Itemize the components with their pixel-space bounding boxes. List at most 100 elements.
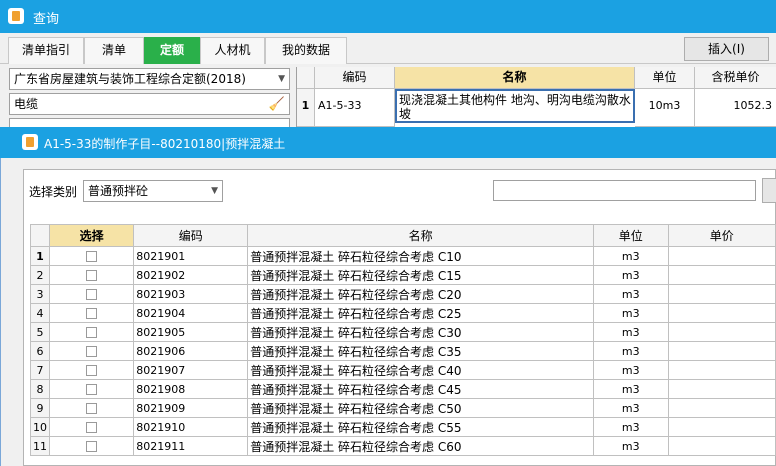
select-checkbox[interactable] [86,270,98,281]
select-cell[interactable] [48,265,135,285]
name-cell: 普通预拌混凝土 碎石粒径综合考虑 C45 [247,379,595,399]
table-row[interactable]: 5 8021905 普通预拌混凝土 碎石粒径综合考虑 C30 m3 [30,322,776,342]
tab-my-data[interactable]: 我的数据 [265,37,347,64]
unit-cell: m3 [593,379,669,399]
broom-icon[interactable]: 🧹 [269,95,285,115]
quota-library-value: 广东省房屋建筑与装饰工程综合定额(2018) [14,72,246,86]
name-cell: 普通预拌混凝土 碎石粒径综合考虑 C55 [247,417,595,437]
select-cell[interactable] [48,303,135,323]
code-column-header[interactable]: 编码 [133,224,249,247]
select-cell[interactable] [48,417,135,437]
quota-library-select[interactable]: 广东省房屋建筑与装饰工程综合定额(2018) ▼ [9,68,290,90]
insert-button[interactable]: 插入(I) [684,37,769,61]
select-checkbox[interactable] [86,251,98,262]
select-checkbox[interactable] [86,289,98,300]
tab-quota[interactable]: 定额 [144,37,200,64]
select-checkbox[interactable] [86,308,98,319]
category-label: 选择类别 [29,185,78,199]
name-cell: 普通预拌混凝土 碎石粒径综合考虑 C20 [247,284,595,304]
select-checkbox[interactable] [86,384,98,395]
code-cell: 8021903 [133,284,249,304]
tab-bar: 清单指引 清单 定额 人材机 我的数据 [0,33,776,64]
result-grid: 编码 名称 单位 含税单价 1 A1-5-33 现浇混凝土其他构件 地沟、明沟电… [296,67,776,127]
name-column-header[interactable]: 名称 [247,224,595,247]
code-cell: 8021908 [133,379,249,399]
unit-column-header[interactable]: 单位 [593,224,669,247]
result-price: 1052.3 [695,89,776,127]
sub-item-table: 选择 编码 名称 单位 单价 1 8021901 普通预拌混凝土 碎石粒径综合考虑 … [30,224,776,456]
code-cell: 8021904 [133,303,249,323]
row-number: 3 [30,284,50,304]
tab-list-guide[interactable]: 清单指引 [8,37,84,64]
select-cell[interactable] [48,360,135,380]
select-cell[interactable] [48,246,135,266]
search-value: 电缆 [14,97,39,111]
price-cell [667,246,776,266]
result-code[interactable]: A1-5-33 [315,89,395,127]
table-row[interactable]: 8 8021908 普通预拌混凝土 碎石粒径综合考虑 C45 m3 [30,379,776,399]
select-cell[interactable] [48,322,135,342]
select-checkbox[interactable] [86,422,98,433]
price-cell [667,360,776,380]
unit-cell: m3 [593,436,669,456]
code-cell: 8021909 [133,398,249,418]
code-cell: 8021911 [133,436,249,456]
table-row[interactable]: 3 8021903 普通预拌混凝土 碎石粒径综合考虑 C20 m3 [30,284,776,304]
table-row[interactable]: 6 8021906 普通预拌混凝土 碎石粒径综合考虑 C35 m3 [30,341,776,361]
tab-list[interactable]: 清单 [84,37,144,64]
select-checkbox[interactable] [86,441,98,452]
category-select[interactable]: 普通预拌砼 ▼ [83,180,223,202]
select-checkbox[interactable] [86,346,98,357]
select-cell[interactable] [48,284,135,304]
unit-cell: m3 [593,398,669,418]
price-column-header[interactable]: 单价 [667,224,776,247]
table-row[interactable]: 2 8021902 普通预拌混凝土 碎石粒径综合考虑 C15 m3 [30,265,776,285]
row-number-header [30,224,50,247]
code-cell: 8021906 [133,341,249,361]
search-input[interactable]: 电缆 🧹 [9,93,290,115]
table-row[interactable]: 9 8021909 普通预拌混凝土 碎石粒径综合考虑 C50 m3 [30,398,776,418]
row-number: 5 [30,322,50,342]
chevron-down-icon: ▼ [211,186,218,196]
dialog-icon [22,134,38,150]
table-row[interactable]: 11 8021911 普通预拌混凝土 碎石粒径综合考虑 C60 m3 [30,436,776,456]
price-cell [667,265,776,285]
unit-cell: m3 [593,303,669,323]
window-title: 查询 [33,12,60,27]
category-value: 普通预拌砼 [88,184,149,198]
row-number: 8 [30,379,50,399]
select-cell[interactable] [48,436,135,456]
select-checkbox[interactable] [86,403,98,414]
filter-button[interactable] [762,178,776,203]
select-cell[interactable] [48,341,135,361]
select-checkbox[interactable] [86,327,98,338]
table-row[interactable]: 1 8021901 普通预拌混凝土 碎石粒径综合考虑 C10 m3 [30,246,776,266]
row-number: 10 [30,417,50,437]
name-cell: 普通预拌混凝土 碎石粒径综合考虑 C60 [247,436,595,456]
table-row[interactable]: 7 8021907 普通预拌混凝土 碎石粒径综合考虑 C40 m3 [30,360,776,380]
unit-cell: m3 [593,417,669,437]
price-cell [667,322,776,342]
name-cell: 普通预拌混凝土 碎石粒径综合考虑 C15 [247,265,595,285]
unit-cell: m3 [593,322,669,342]
unit-cell: m3 [593,265,669,285]
unit-cell: m3 [593,341,669,361]
filter-input[interactable] [493,180,756,201]
select-cell[interactable] [48,379,135,399]
price-cell [667,303,776,323]
grid-corner [297,67,315,89]
code-cell: 8021907 [133,360,249,380]
window-title-bar: 查询 [0,0,776,33]
result-name[interactable]: 现浇混凝土其他构件 地沟、明沟电缆沟散水坡 [395,89,635,123]
table-row[interactable]: 10 8021910 普通预拌混凝土 碎石粒径综合考虑 C55 m3 [30,417,776,437]
row-number: 1 [297,89,315,127]
app-icon [8,8,24,24]
select-cell[interactable] [48,398,135,418]
price-cell [667,398,776,418]
table-row[interactable]: 4 8021904 普通预拌混凝土 碎石粒径综合考虑 C25 m3 [30,303,776,323]
tab-labor-material-machine[interactable]: 人材机 [200,37,265,64]
unit-cell: m3 [593,246,669,266]
select-column-header[interactable]: 选择 [48,224,135,247]
select-checkbox[interactable] [86,365,98,376]
result-unit: 10m3 [635,89,695,127]
